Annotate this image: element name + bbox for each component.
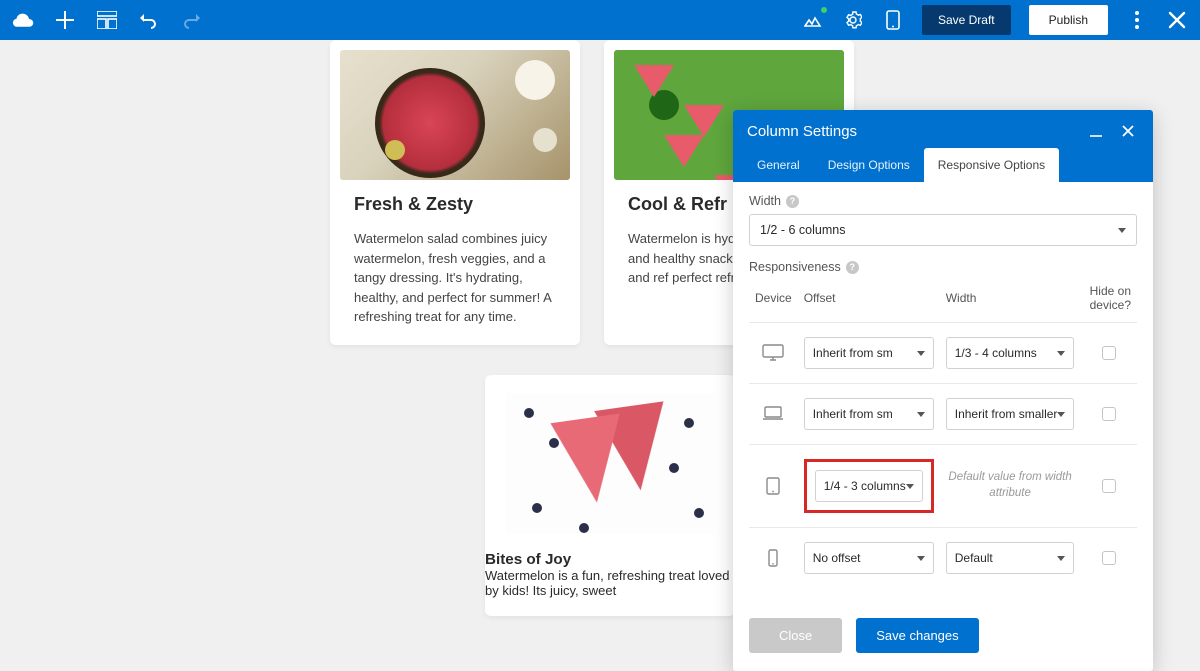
- row-phone: No offset Default: [749, 528, 1137, 589]
- row-desktop: Inherit from sm 1/3 - 4 columns: [749, 323, 1137, 384]
- salad-image: [340, 50, 570, 180]
- help-icon[interactable]: ?: [846, 261, 859, 274]
- tablet-offset-highlight: 1/4 - 3 columns: [804, 459, 934, 513]
- tablet-icon: [762, 477, 784, 495]
- status-icon[interactable]: [802, 9, 824, 31]
- card-title: Fresh & Zesty: [354, 194, 556, 215]
- phone-icon: [762, 549, 784, 567]
- redo-icon: [180, 9, 202, 31]
- dialog-close-button[interactable]: Close: [749, 618, 842, 653]
- offset-select-laptop[interactable]: Inherit from sm: [804, 398, 934, 430]
- hide-checkbox-desktop[interactable]: [1102, 346, 1116, 360]
- save-draft-button[interactable]: Save Draft: [922, 5, 1011, 35]
- card-bites-of-joy[interactable]: Bites of Joy Watermelon is a fun, refres…: [485, 375, 735, 616]
- col-width: Width: [940, 280, 1081, 323]
- desktop-icon: [762, 344, 784, 362]
- card-fresh-zesty[interactable]: Fresh & Zesty Watermelon salad combines …: [330, 40, 580, 345]
- laptop-icon: [762, 405, 784, 423]
- column-settings-dialog: Column Settings General Design Options R…: [733, 110, 1153, 671]
- minimize-icon[interactable]: [1085, 120, 1107, 142]
- col-hide: Hide on device?: [1080, 280, 1137, 323]
- cloud-icon[interactable]: [12, 9, 34, 31]
- col-device: Device: [749, 280, 798, 323]
- row-laptop: Inherit from sm Inherit from smaller: [749, 384, 1137, 445]
- top-toolbar: Save Draft Publish: [0, 0, 1200, 40]
- responsiveness-table: Device Offset Width Hide on device? Inhe…: [749, 280, 1137, 588]
- tablet-width-hint: Default value from width attribute: [946, 470, 1075, 501]
- col-offset: Offset: [798, 280, 940, 323]
- publish-button[interactable]: Publish: [1029, 5, 1108, 35]
- width-select[interactable]: 1/2 - 6 columns: [749, 214, 1137, 246]
- close-icon[interactable]: [1166, 9, 1188, 31]
- undo-icon[interactable]: [138, 9, 160, 31]
- offset-select-desktop[interactable]: Inherit from sm: [804, 337, 934, 369]
- hide-checkbox-laptop[interactable]: [1102, 407, 1116, 421]
- tab-responsive-options[interactable]: Responsive Options: [924, 148, 1059, 182]
- help-icon[interactable]: ?: [786, 195, 799, 208]
- more-icon[interactable]: [1126, 9, 1148, 31]
- width-label: Width?: [749, 194, 1137, 208]
- offset-select-tablet[interactable]: 1/4 - 3 columns: [815, 470, 923, 502]
- offset-select-phone[interactable]: No offset: [804, 542, 934, 574]
- width-select-phone[interactable]: Default: [946, 542, 1075, 574]
- responsiveness-label: Responsiveness?: [749, 260, 1137, 274]
- popsicle-image: [506, 393, 714, 533]
- dialog-close-icon[interactable]: [1117, 120, 1139, 142]
- card-body: Watermelon salad combines juicy watermel…: [354, 229, 556, 327]
- card-title: Bites of Joy: [485, 551, 735, 568]
- row-tablet: 1/4 - 3 columns Default value from width…: [749, 445, 1137, 528]
- tab-general[interactable]: General: [743, 148, 814, 182]
- hide-checkbox-tablet[interactable]: [1102, 479, 1116, 493]
- add-icon[interactable]: [54, 9, 76, 31]
- width-select-desktop[interactable]: 1/3 - 4 columns: [946, 337, 1075, 369]
- dialog-title: Column Settings: [747, 123, 857, 140]
- gear-icon[interactable]: [842, 9, 864, 31]
- hide-checkbox-phone[interactable]: [1102, 551, 1116, 565]
- templates-icon[interactable]: [96, 9, 118, 31]
- mobile-preview-icon[interactable]: [882, 9, 904, 31]
- card-body: Watermelon is a fun, refreshing treat lo…: [485, 568, 735, 598]
- tab-design-options[interactable]: Design Options: [814, 148, 924, 182]
- width-select-laptop[interactable]: Inherit from smaller: [946, 398, 1075, 430]
- dialog-save-button[interactable]: Save changes: [856, 618, 978, 653]
